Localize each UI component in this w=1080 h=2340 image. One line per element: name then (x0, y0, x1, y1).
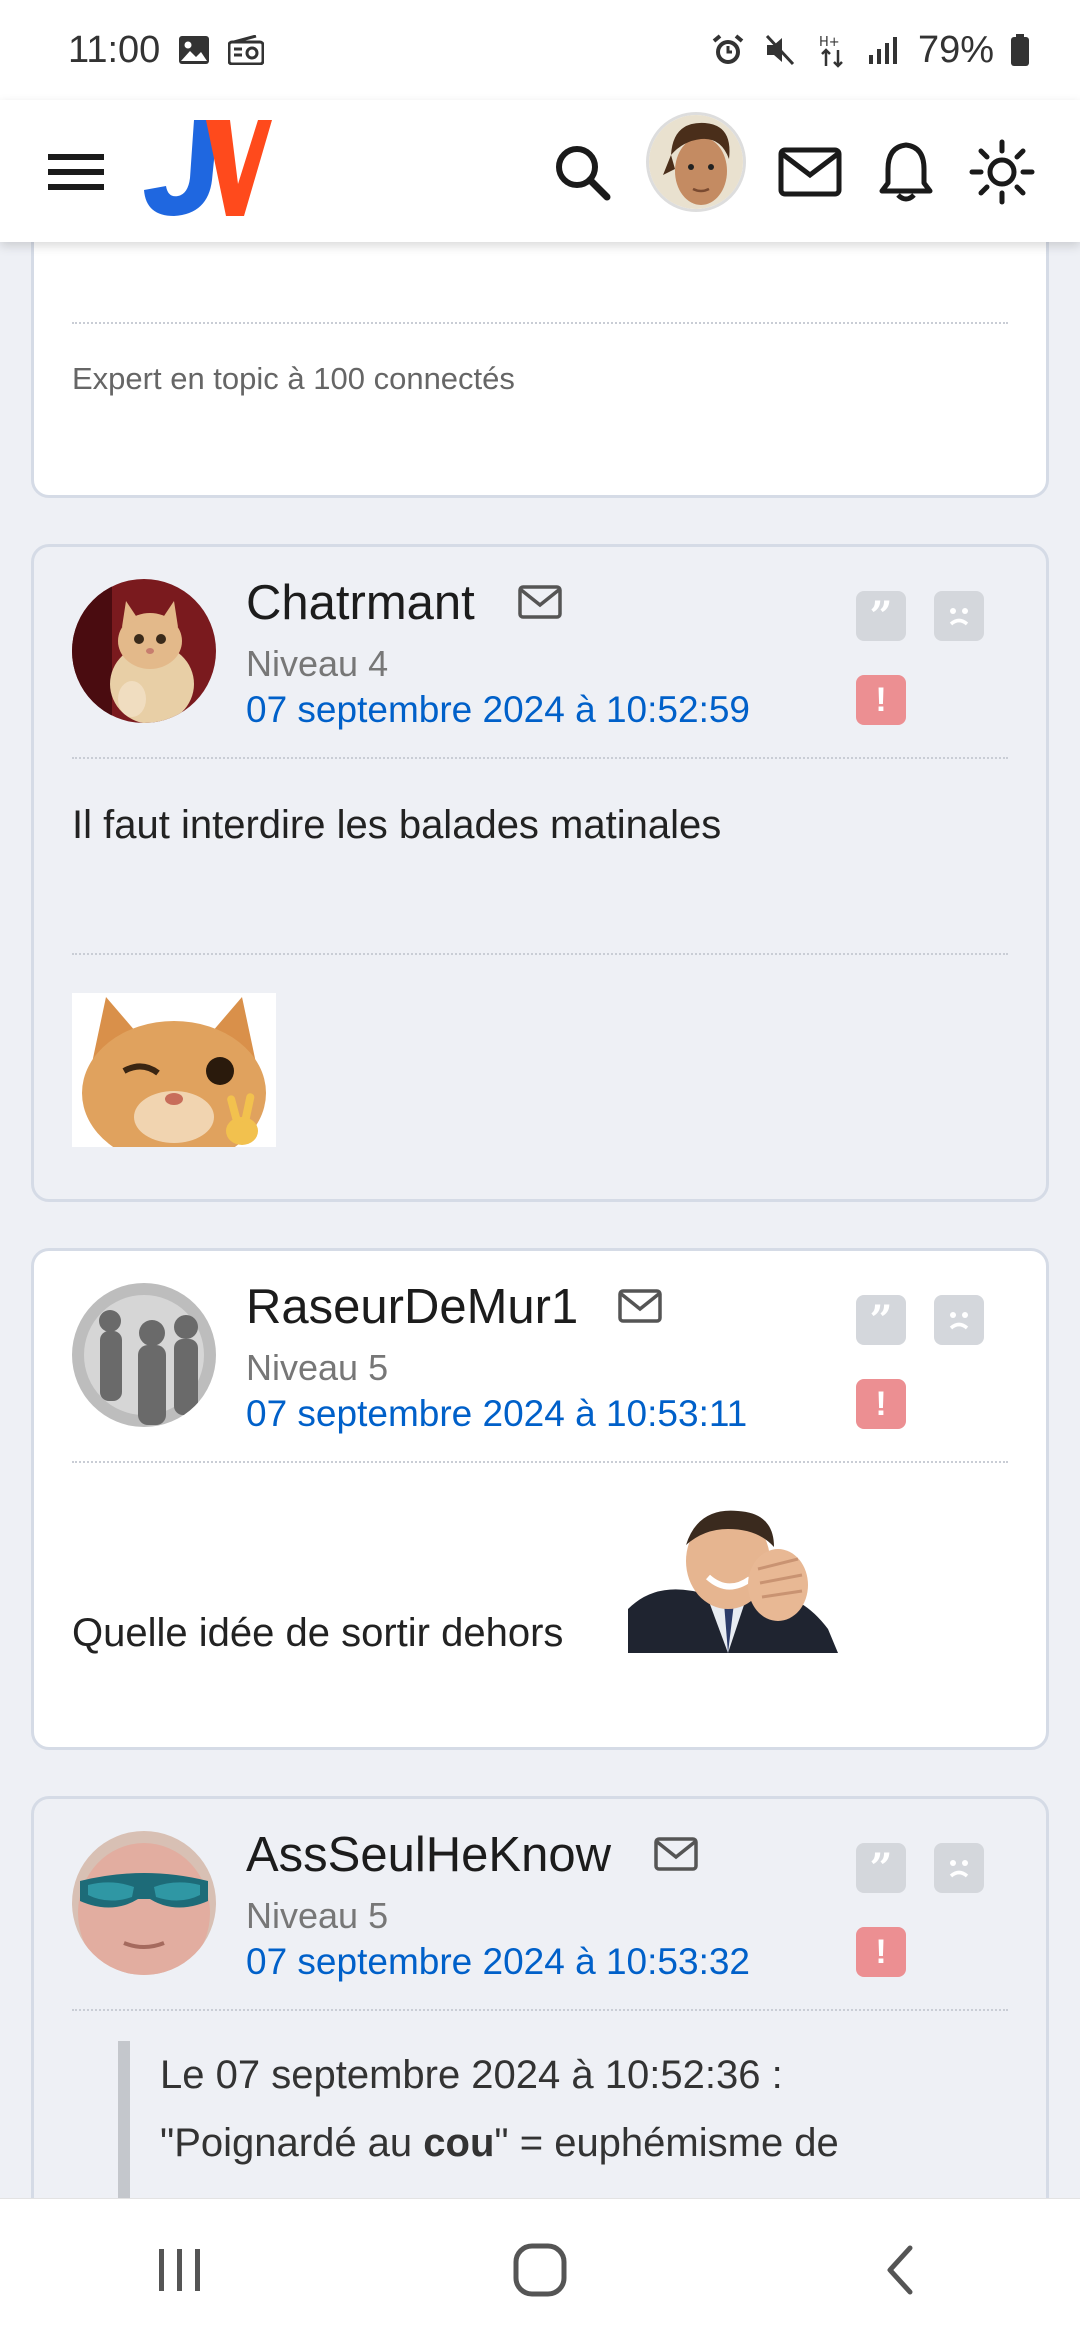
theme-sun-icon[interactable] (962, 132, 1042, 212)
status-time: 11:00 (68, 28, 161, 71)
quote-text-bold: cou (423, 2121, 495, 2165)
quote-header: Le 07 septembre 2024 à 10:52:36 : (160, 2053, 783, 2097)
status-right: H+ 79% (710, 29, 1030, 72)
system-nav-bar (0, 2198, 1080, 2340)
post-card: Chatrmant Niveau 4 07 septembre 2024 à 1… (31, 544, 1049, 1202)
user-avatar[interactable] (646, 112, 746, 212)
signature-divider (72, 322, 1008, 324)
post-author[interactable]: AssSeulHeKnow (246, 1827, 611, 1883)
home-icon[interactable] (490, 2220, 590, 2320)
report-button[interactable]: ! (856, 675, 906, 725)
avatar[interactable] (72, 1283, 216, 1427)
ignore-button[interactable] (934, 1295, 984, 1345)
status-bar: 11:00 H+ 79% (0, 0, 1080, 100)
battery-icon (1010, 32, 1030, 68)
post-level: Niveau 5 (246, 1895, 389, 1936)
back-icon[interactable] (850, 2220, 950, 2320)
avatar[interactable] (72, 1831, 216, 1975)
screen: 11:00 H+ 79% Expert en topic à 100 conne… (0, 0, 1080, 2340)
mail-icon[interactable] (518, 585, 562, 619)
previous-post-card: paris-149175 Expert en topic à 100 conne… (31, 183, 1049, 498)
quote-button[interactable]: ” (856, 1843, 906, 1893)
previous-post-signature: Expert en topic à 100 connectés (72, 361, 515, 396)
menu-icon[interactable] (46, 142, 106, 202)
report-button[interactable]: ! (856, 1379, 906, 1429)
post-divider (72, 757, 1008, 759)
post-date[interactable]: 07 septembre 2024 à 10:52:59 (246, 689, 750, 731)
mail-icon[interactable] (654, 1837, 698, 1871)
signal-icon (866, 32, 902, 68)
post-date[interactable]: 07 septembre 2024 à 10:53:11 (246, 1393, 747, 1435)
battery-percent: 79% (917, 28, 994, 71)
app-header (0, 100, 1080, 242)
post-level: Niveau 4 (246, 643, 389, 684)
ignore-button[interactable] (934, 1843, 984, 1893)
jv-logo[interactable] (140, 112, 272, 222)
bell-icon[interactable] (866, 132, 946, 212)
post-card: RaseurDeMur1 Niveau 5 07 septembre 2024 … (31, 1248, 1049, 1750)
search-icon[interactable] (542, 132, 622, 212)
quote-button[interactable]: ” (856, 1295, 906, 1345)
report-button[interactable]: ! (856, 1927, 906, 1977)
post-divider (72, 1461, 1008, 1463)
signature-divider (72, 953, 1008, 955)
avatar[interactable] (72, 579, 216, 723)
post-author[interactable]: RaseurDeMur1 (246, 1279, 578, 1335)
radio-icon (228, 32, 265, 68)
signature-sticker (72, 993, 276, 1165)
post-date[interactable]: 07 septembre 2024 à 10:53:32 (246, 1941, 750, 1983)
mail-icon[interactable] (770, 132, 850, 212)
post-message: Il faut interdire les balades matinales (72, 803, 722, 847)
post-message: Quelle idée de sortir dehors (72, 1611, 564, 1655)
mute-icon (762, 32, 798, 68)
quote-text: "Poignardé au cou" = euphémisme de (160, 2109, 1018, 2177)
ignore-button[interactable] (934, 591, 984, 641)
quote-text-start: "Poignardé au (160, 2121, 424, 2165)
post-author[interactable]: Chatrmant (246, 575, 475, 631)
quote-text-end: " = euphémisme de (494, 2121, 839, 2165)
data-icon: H+ (814, 32, 850, 68)
inline-sticker (628, 1499, 838, 1653)
post-divider (72, 2009, 1008, 2011)
mail-icon[interactable] (618, 1289, 662, 1323)
recents-icon[interactable] (130, 2220, 230, 2320)
svg-text:H+: H+ (819, 35, 840, 50)
alarm-icon (710, 32, 746, 68)
image-icon (176, 32, 212, 68)
status-left: 11:00 (68, 28, 265, 72)
post-level: Niveau 5 (246, 1347, 389, 1388)
quote-button[interactable]: ” (856, 591, 906, 641)
